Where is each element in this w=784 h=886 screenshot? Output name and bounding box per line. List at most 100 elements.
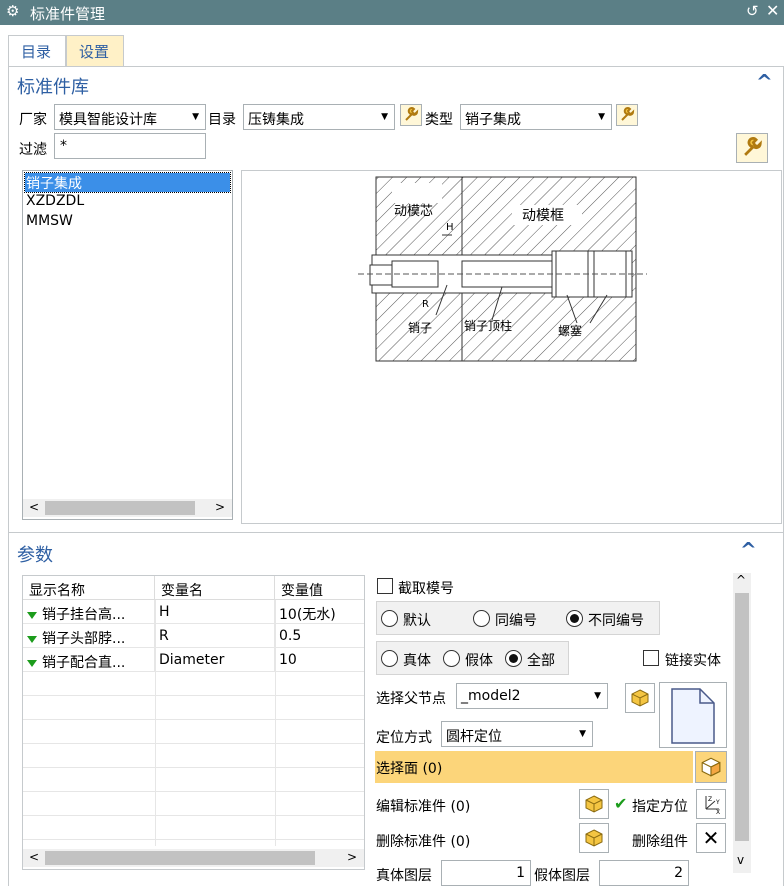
table-row[interactable]: 销子挂台高... H 10(无水)	[23, 600, 364, 624]
true-layer-input[interactable]: 1	[441, 860, 531, 886]
library-list[interactable]: 销子集成 XZDZDL MMSW < >	[22, 170, 233, 520]
expand-icon	[27, 659, 37, 667]
select-face-label: 选择面 (0)	[376, 761, 443, 777]
type-select[interactable]: 销子集成 ▼	[460, 104, 612, 130]
chevron-right-icon[interactable]: >	[347, 850, 357, 864]
chevron-left-icon[interactable]: <	[29, 500, 39, 514]
numbering-different-radio[interactable]	[566, 610, 583, 627]
axes-icon: Z YX	[705, 796, 720, 815]
row-display-name: 销子配合直...	[42, 655, 126, 671]
numbering-same-radio[interactable]	[473, 610, 490, 627]
expand-icon	[27, 611, 37, 619]
delete-standard-cube-button[interactable]	[579, 823, 609, 853]
svg-text:Z: Z	[708, 796, 712, 803]
select-face-row[interactable]: 选择面 (0)	[375, 751, 693, 783]
gear-icon[interactable]: ⚙	[6, 2, 19, 20]
numbering-default-label: 默认	[403, 613, 431, 629]
chevron-left-icon[interactable]: <	[29, 850, 39, 864]
column-divider	[275, 600, 276, 846]
position-method-select[interactable]: 圆杆定位 ▼	[441, 721, 593, 747]
table-row-empty	[23, 720, 364, 744]
settings-wrench-icon[interactable]	[736, 133, 768, 163]
edit-standard-cube-button[interactable]	[579, 789, 609, 819]
parent-node-cube-button[interactable]	[625, 683, 655, 713]
parent-node-label: 选择父节点	[376, 691, 446, 707]
table-horizontal-scrollbar[interactable]: < >	[23, 849, 364, 867]
chevron-down-icon: ▼	[594, 691, 601, 701]
parent-node-select[interactable]: _model2 ▼	[456, 683, 608, 709]
chevron-right-icon[interactable]: >	[215, 500, 225, 514]
capture-number-checkbox[interactable]	[377, 578, 393, 594]
params-vertical-scrollbar[interactable]: ^ v	[733, 573, 751, 873]
true-layer-label: 真体图层	[376, 868, 432, 884]
chevron-up-icon[interactable]: ^	[736, 573, 746, 587]
select-face-cube-button[interactable]	[695, 751, 727, 783]
chevron-down-icon: ▼	[598, 112, 605, 122]
column-header[interactable]: 变量值	[275, 576, 364, 600]
catalog-wrench-icon[interactable]	[400, 104, 422, 126]
orientation-label: 指定方位	[632, 799, 688, 815]
svg-text:Y: Y	[715, 799, 720, 806]
close-icon[interactable]: ✕	[766, 1, 779, 20]
section-divider	[8, 532, 784, 533]
list-item[interactable]: 销子集成	[24, 172, 231, 193]
cube-icon	[585, 795, 603, 813]
expand-icon	[27, 635, 37, 643]
new-file-button[interactable]	[659, 682, 727, 748]
orientation-axes-button[interactable]: ZYX	[696, 789, 726, 819]
list-horizontal-scrollbar[interactable]: < >	[23, 499, 232, 517]
parent-node-value: _model2	[461, 688, 521, 704]
table-row[interactable]: 销子头部脖... R 0.5	[23, 624, 364, 648]
table-row-empty	[23, 672, 364, 696]
diagram-label-r: R	[422, 299, 429, 310]
reset-icon[interactable]: ↺	[746, 2, 759, 20]
list-item[interactable]: XZDZDL	[25, 193, 230, 212]
diagram-label-h: H	[446, 222, 454, 233]
numbering-default-radio[interactable]	[381, 610, 398, 627]
row-variable: Diameter	[155, 648, 275, 672]
row-value[interactable]: 0.5	[275, 624, 364, 648]
column-header[interactable]: 变量名	[155, 576, 275, 600]
collapse-params-icon[interactable]: ^	[740, 538, 757, 562]
catalog-label: 目录	[208, 112, 236, 128]
chevron-down-icon[interactable]: v	[737, 853, 744, 867]
tab-settings[interactable]: 设置	[66, 35, 124, 67]
diagram-label-pin: 销子	[408, 321, 432, 335]
collapse-library-icon[interactable]: ^	[756, 70, 773, 94]
scroll-thumb[interactable]	[45, 501, 195, 515]
vendor-select[interactable]: 模具智能设计库 ▼	[54, 104, 206, 130]
fake-layer-label: 假体图层	[534, 868, 590, 884]
window-title: 标准件管理	[30, 5, 106, 23]
link-solid-label: 链接实体	[665, 653, 721, 669]
type-value: 销子集成	[465, 112, 521, 128]
delete-standard-label: 删除标准件 (0)	[376, 834, 471, 850]
scroll-thumb[interactable]	[45, 851, 315, 865]
row-value[interactable]: 10	[275, 648, 364, 672]
body-all-radio[interactable]	[505, 650, 522, 667]
link-solid-checkbox[interactable]	[643, 650, 659, 666]
filter-input[interactable]: *	[54, 133, 206, 159]
catalog-select[interactable]: 压铸集成 ▼	[243, 104, 395, 130]
position-method-label: 定位方式	[376, 730, 432, 746]
tab-catalog[interactable]: 目录	[8, 35, 66, 67]
column-header[interactable]: 显示名称	[23, 576, 155, 600]
row-value[interactable]: 10(无水)	[275, 600, 364, 624]
delete-component-label: 删除组件	[632, 834, 688, 850]
body-fake-radio[interactable]	[443, 650, 460, 667]
row-variable: H	[155, 600, 275, 624]
chevron-down-icon: ▼	[579, 729, 586, 739]
fake-layer-input[interactable]: 2	[599, 860, 689, 886]
column-divider	[155, 600, 156, 846]
scroll-thumb[interactable]	[735, 593, 749, 841]
body-true-radio[interactable]	[381, 650, 398, 667]
type-wrench-icon[interactable]	[616, 104, 638, 126]
capture-number-label: 截取模号	[398, 581, 454, 597]
vendor-value: 模具智能设计库	[59, 112, 157, 128]
position-method-value: 圆杆定位	[446, 729, 502, 745]
delete-component-button[interactable]: ✕	[696, 823, 726, 853]
filter-label: 过滤	[19, 142, 47, 158]
list-item[interactable]: MMSW	[25, 213, 230, 232]
chevron-down-icon: ▼	[192, 112, 199, 122]
pin-diagram: 动模芯 动模框 H R 销子 销子顶柱 螺塞	[358, 176, 647, 362]
table-row[interactable]: 销子配合直... Diameter 10	[23, 648, 364, 672]
